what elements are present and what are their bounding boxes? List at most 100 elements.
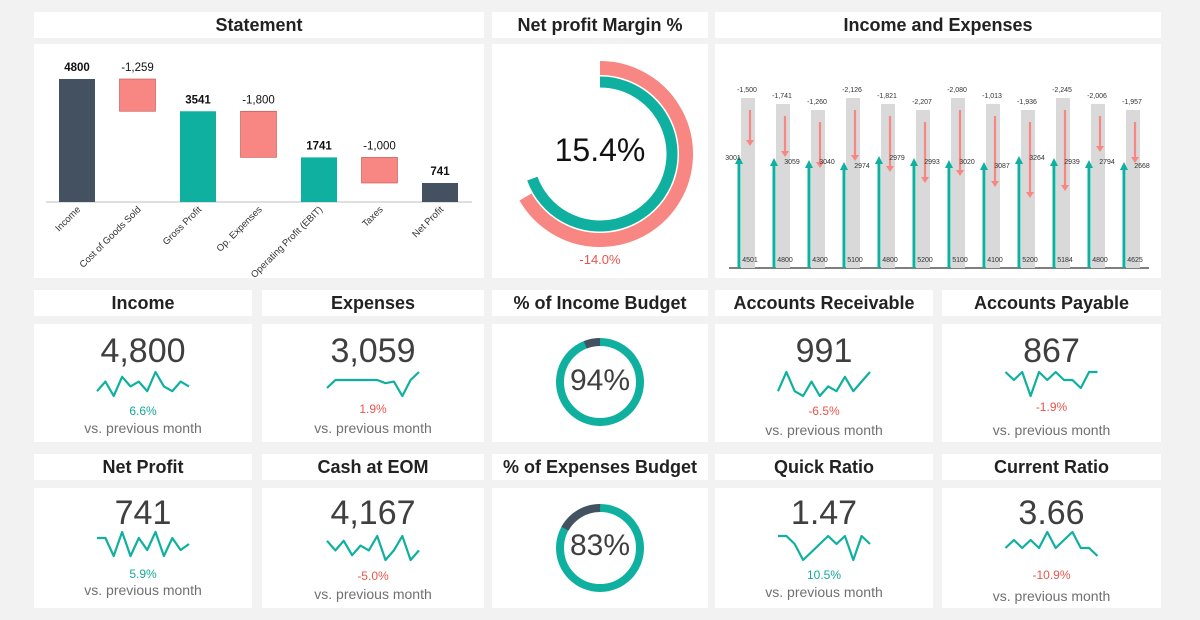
quick-title: Quick Ratio — [715, 454, 933, 480]
ie-expense-label-10: 2794 — [1099, 159, 1115, 166]
statement-category-3: Op. Expenses — [215, 204, 265, 254]
ar-title: Accounts Receivable — [715, 290, 933, 316]
cash-card: 4,167 -5.0% vs. previous month — [262, 488, 484, 608]
statement-bar-label-4: 1741 — [306, 140, 332, 152]
statement-category-0: Income — [53, 204, 83, 234]
ap-spark-line — [1004, 370, 1098, 398]
ie-diff-label-3: -2,126 — [842, 87, 862, 94]
current-sparkline — [1004, 530, 1099, 557]
quick-change: 10.5% — [806, 568, 842, 582]
ie-expense-label-9: 2939 — [1064, 159, 1080, 166]
ie-grey-bar-1 — [776, 104, 790, 268]
statement-bar-6 — [422, 183, 458, 202]
expenses-comparison: vs. previous month — [314, 420, 432, 436]
statement-bar-label-6: 741 — [430, 166, 450, 178]
ie-grey-bar-10 — [1091, 104, 1105, 268]
ie-income-label-9: 5184 — [1057, 257, 1073, 264]
npm-panel: 15.4% -14.0% — [492, 44, 708, 278]
ie-expense-label-7: 3087 — [994, 163, 1010, 170]
ie-diff-label-11: -1,957 — [1122, 99, 1142, 106]
netprofit-comparison: vs. previous month — [84, 582, 202, 598]
cash-title: Cash at EOM — [262, 454, 484, 480]
ie-income-label-4: 4800 — [882, 257, 898, 264]
npm-value: 15.4% — [554, 132, 646, 168]
ie-expense-label-11: 2668 — [1134, 163, 1150, 170]
ie-grey-bar-2 — [811, 110, 825, 268]
income-change: 6.6% — [129, 404, 157, 418]
ie-income-label-0: 4501 — [742, 257, 758, 264]
npm-title: Net profit Margin % — [492, 12, 708, 38]
ie-income-label-8: 5200 — [1022, 257, 1038, 264]
statement-category-1: Cost of Goods Sold — [78, 204, 144, 270]
ar-sparkline — [776, 370, 871, 398]
ie-expense-label-1: 3059 — [784, 159, 800, 166]
ar-change: -6.5% — [808, 404, 840, 418]
ie-diff-label-2: -1,260 — [807, 99, 827, 106]
statement-bar-4 — [301, 157, 337, 202]
ie-income-label-7: 4100 — [987, 257, 1003, 264]
ie-title: Income and Expenses — [715, 12, 1161, 38]
statement-title: Statement — [34, 12, 484, 38]
expenses-sparkline — [326, 371, 420, 398]
ie-expense-label-8: 3264 — [1029, 155, 1045, 162]
statement-chart: 4800 Income -1,259 Cost of Goods Sold 3541 Gr… — [46, 62, 472, 280]
ap-sparkline — [1004, 370, 1098, 398]
ie-expense-label-6: 3020 — [959, 159, 975, 166]
current-comparison: vs. previous month — [992, 588, 1111, 604]
ie-income-label-10: 4800 — [1092, 257, 1108, 264]
income-budget-value: 94% — [569, 364, 631, 397]
expenses-card: 3,059 1.9% vs. previous month — [262, 324, 484, 442]
ie-income-label-1: 4800 — [777, 257, 793, 264]
cash-change: -5.0% — [357, 569, 389, 583]
quick-spark-line — [778, 534, 871, 562]
statement-bar-label-0: 4800 — [64, 62, 90, 74]
statement-category-5: Taxes — [360, 204, 386, 230]
ie-expense-label-4: 2979 — [889, 155, 905, 162]
expenses-spark-line — [326, 371, 420, 398]
ie-diff-label-0: -1,500 — [737, 87, 757, 94]
ie-diff-label-10: -2,006 — [1087, 93, 1107, 100]
ie-diff-label-9: -2,245 — [1052, 87, 1072, 94]
income-budget-title: % of Income Budget — [492, 290, 708, 316]
income-comparison: vs. previous month — [84, 420, 202, 436]
ie-panel: -1,500 4501 3001 -1,741 4800 3059 -1,260 4300 30… — [715, 44, 1161, 278]
statement-bar-2 — [180, 111, 216, 202]
expenses-title: Expenses — [262, 290, 484, 316]
income-card: 4,800 6.6% vs. previous month — [34, 324, 252, 442]
ie-grey-bar-7 — [986, 104, 1000, 268]
current-card: 3.66 -10.9% vs. previous month — [942, 488, 1161, 608]
ap-card: 867 -1.9% vs. previous month — [942, 324, 1161, 442]
ie-income-label-6: 5100 — [952, 257, 968, 264]
income-budget-panel: 94% — [492, 324, 708, 442]
ap-comparison: vs. previous month — [992, 422, 1111, 438]
ie-income-label-5: 5200 — [917, 257, 933, 264]
ar-spark-line — [776, 370, 871, 398]
ar-comparison: vs. previous month — [765, 422, 883, 438]
statement-bar-label-1: -1,259 — [121, 62, 154, 74]
ie-grey-bar-0 — [741, 98, 755, 268]
ie-grey-bar-6 — [951, 98, 965, 268]
income-title: Income — [34, 290, 252, 316]
cash-sparkline — [326, 534, 420, 562]
ie-diff-label-7: -1,013 — [982, 93, 1002, 100]
netprofit-title: Net Profit — [34, 454, 252, 480]
ie-grey-bar-3 — [846, 98, 860, 268]
netprofit-spark-line — [97, 530, 190, 558]
ie-expense-label-2: 3040 — [819, 159, 835, 166]
expenses-budget-panel: 83% — [492, 488, 708, 608]
quick-sparkline — [778, 534, 871, 562]
expenses-change: 1.9% — [359, 402, 387, 416]
expenses-budget-value: 83% — [569, 529, 631, 562]
ie-diff-label-4: -1,821 — [877, 93, 897, 100]
statement-bar-5 — [361, 157, 398, 184]
cash-spark-line — [326, 534, 420, 562]
statement-bar-3 — [240, 110, 277, 158]
quick-comparison: vs. previous month — [765, 584, 883, 600]
statement-bar-1 — [119, 78, 156, 112]
netprofit-card: 741 5.9% vs. previous month — [34, 488, 252, 608]
quick-card: 1.47 10.5% vs. previous month — [715, 488, 933, 608]
ie-income-label-3: 5100 — [847, 257, 863, 264]
netprofit-sparkline — [97, 530, 190, 558]
ie-expense-label-0: 3001 — [725, 155, 741, 162]
ap-change: -1.9% — [1035, 400, 1068, 414]
